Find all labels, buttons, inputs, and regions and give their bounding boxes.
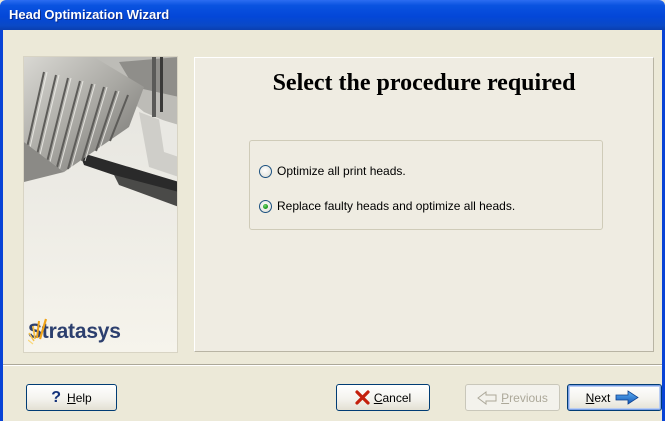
- forward-arrow-icon: [615, 390, 640, 405]
- cancel-button[interactable]: Cancel: [336, 384, 430, 411]
- cancel-x-icon: [355, 390, 370, 405]
- option-label: Optimize all print heads.: [277, 164, 406, 178]
- radio-button-selected[interactable]: [259, 199, 272, 213]
- help-button[interactable]: ? Help: [26, 384, 117, 411]
- next-button[interactable]: Next: [567, 384, 662, 411]
- page-heading: Select the procedure required: [272, 70, 576, 96]
- option-replace-faulty[interactable]: Replace faulty heads and optimize all he…: [259, 198, 515, 214]
- print-head-illustration: [24, 57, 177, 352]
- back-arrow-icon: [477, 390, 497, 405]
- stratasys-logo: Stratasys: [28, 317, 121, 347]
- cancel-button-label: Cancel: [373, 390, 412, 405]
- option-optimize-all[interactable]: Optimize all print heads.: [259, 163, 406, 179]
- window-frame-left: [0, 30, 3, 421]
- window-title: Head Optimization Wizard: [9, 7, 170, 22]
- help-button-label: Help: [67, 390, 92, 405]
- previous-button-label: Previous: [501, 390, 548, 405]
- option-label: Replace faulty heads and optimize all he…: [277, 199, 516, 213]
- wizard-content-panel: Select the procedure required Optimize a…: [194, 57, 654, 352]
- next-button-label: Next: [585, 390, 611, 405]
- previous-button[interactable]: Previous: [465, 384, 560, 411]
- help-button-rest: elp: [75, 390, 92, 405]
- help-question-icon: ?: [51, 388, 62, 406]
- stratasys-mark-icon: [28, 318, 48, 345]
- window-titlebar[interactable]: Head Optimization Wizard: [0, 0, 665, 30]
- wizard-side-image: Stratasys: [23, 56, 178, 353]
- radio-button[interactable]: [259, 164, 272, 178]
- footer-separator: [3, 364, 662, 366]
- procedure-options-group: Optimize all print heads. Replace faulty…: [249, 140, 603, 230]
